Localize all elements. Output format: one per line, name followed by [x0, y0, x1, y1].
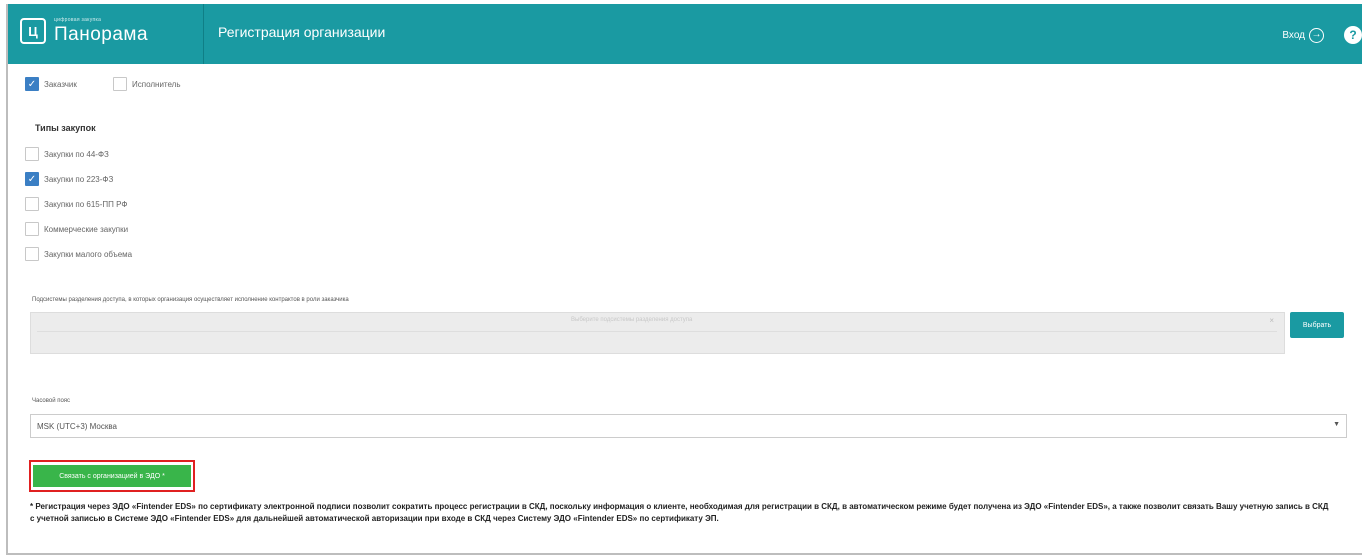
logo-icon: Ц: [20, 18, 46, 44]
choose-button[interactable]: Выбрать: [1290, 312, 1344, 338]
purchase-type-commercial-checkbox[interactable]: Коммерческие закупки: [25, 222, 128, 236]
logo-title: Панорама: [54, 24, 149, 45]
purchase-type-label: Закупки по 44-ФЗ: [44, 149, 109, 159]
subsystems-placeholder: Выберите подсистемы разделения доступа: [571, 317, 693, 323]
purchase-type-label: Закупки по 615-ПП РФ: [44, 199, 128, 209]
header-divider: [203, 4, 204, 64]
login-arrow-icon: →: [1309, 28, 1324, 43]
checkbox-empty-icon: [113, 77, 127, 91]
checkbox-empty-icon: [25, 147, 39, 161]
checkbox-empty-icon: [25, 247, 39, 261]
footnote: * Регистрация через ЭДО «Fintender EDS» …: [30, 502, 1329, 523]
subsystems-multiselect[interactable]: Выберите подсистемы разделения доступа ×: [30, 312, 1285, 354]
purchase-type-label: Коммерческие закупки: [44, 224, 129, 234]
logo-text: цифровая закупка Панорама: [54, 17, 149, 45]
subsystems-label: Подсистемы разделения доступа, в которых…: [32, 297, 349, 303]
timezone-value: MSK (UTC+3) Москва: [37, 421, 117, 431]
top-bar: Ц цифровая закупка Панорама Регистрация …: [8, 4, 1362, 64]
help-icon[interactable]: ?: [1344, 26, 1362, 44]
purchase-type-44fz-checkbox[interactable]: Закупки по 44-ФЗ: [25, 147, 109, 161]
role-executor-label: Исполнитель: [132, 79, 181, 89]
role-executor-checkbox[interactable]: Исполнитель: [113, 77, 181, 91]
purchase-type-label: Закупки по 223-ФЗ: [44, 174, 114, 184]
clear-icon[interactable]: ×: [1269, 316, 1274, 325]
role-customer-checkbox[interactable]: ✓ Заказчик: [25, 77, 77, 91]
purchase-type-615pp-checkbox[interactable]: Закупки по 615-ПП РФ: [25, 197, 127, 211]
role-customer-label: Заказчик: [44, 79, 77, 89]
login-link[interactable]: Вход →: [1282, 28, 1324, 43]
logo-subtitle: цифровая закупка: [54, 17, 102, 23]
purchase-type-label: Закупки малого объема: [44, 249, 133, 259]
link-edo-button[interactable]: Связать с организацией в ЭДО *: [33, 465, 191, 487]
purchase-type-223fz-checkbox[interactable]: ✓ Закупки по 223-ФЗ: [25, 172, 113, 186]
chevron-down-icon: ▼: [1333, 421, 1340, 428]
checkbox-empty-icon: [25, 222, 39, 236]
checkbox-checked-icon: ✓: [25, 77, 39, 91]
page-title: Регистрация организации: [218, 24, 386, 40]
timezone-select[interactable]: MSK (UTC+3) Москва ▼: [30, 414, 1347, 438]
purchase-types-title: Типы закупок: [35, 123, 96, 133]
timezone-label: Часовой пояс: [32, 398, 71, 404]
logo[interactable]: Ц цифровая закупка Панорама: [20, 18, 148, 44]
login-label: Вход: [1282, 30, 1305, 41]
checkbox-empty-icon: [25, 197, 39, 211]
page-frame: [6, 4, 1362, 555]
checkbox-checked-icon: ✓: [25, 172, 39, 186]
purchase-type-small-checkbox[interactable]: Закупки малого объема: [25, 247, 132, 261]
